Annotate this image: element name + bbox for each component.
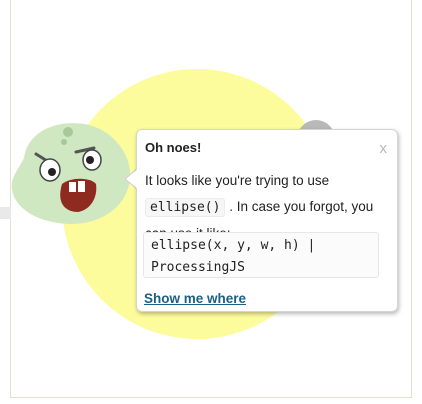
monster-pupil-left: [48, 168, 56, 176]
monster-tooth: [69, 182, 76, 192]
inline-code: ellipse(): [145, 198, 226, 217]
message-text-before: It looks like you're trying to use: [145, 173, 330, 188]
error-buddy-monster-icon: [11, 123, 131, 224]
error-bubble: Oh noes! x It looks like you're trying t…: [136, 129, 398, 312]
monster-spot: [61, 139, 67, 145]
editor-bottom-border: [10, 397, 412, 398]
monster-pupil-right: [86, 156, 94, 164]
code-line: ProcessingJS: [151, 260, 245, 275]
show-me-where-link[interactable]: Show me where: [144, 291, 246, 306]
editor-right-border: [411, 0, 412, 397]
monster-tooth: [78, 181, 85, 192]
code-line: ellipse(x, y, w, h) |: [151, 238, 316, 253]
code-example: ellipse(x, y, w, h) | ProcessingJS: [143, 232, 379, 278]
bubble-pointer-fill: [126, 169, 138, 189]
monster-spot: [63, 127, 73, 137]
close-icon[interactable]: x: [380, 140, 388, 157]
bubble-title: Oh noes!: [145, 140, 202, 155]
